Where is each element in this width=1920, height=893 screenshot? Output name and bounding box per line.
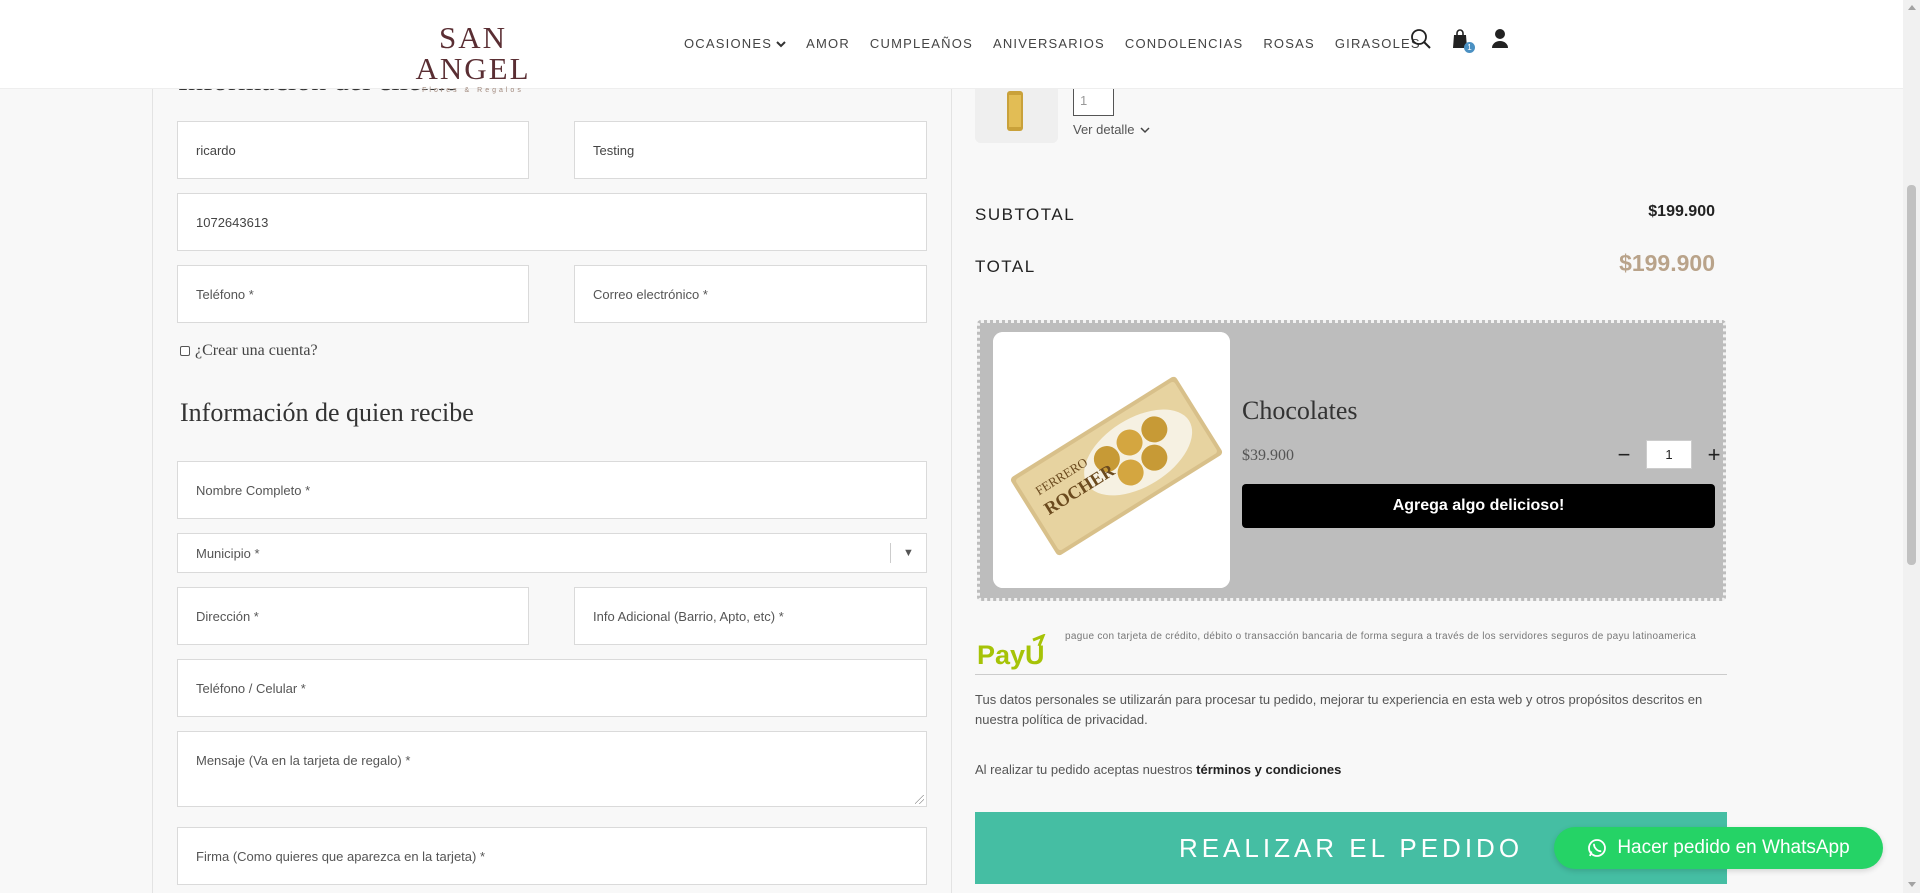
logo-sub-text: Flores & Regalos [422, 87, 524, 94]
create-account-label: ¿Crear una cuenta? [195, 342, 318, 359]
payu-logo-text: PayU [977, 640, 1045, 670]
plus-icon[interactable]: + [1704, 443, 1724, 465]
recipient-phone-field[interactable]: Teléfono / Celular * [177, 659, 927, 717]
municipio-placeholder: Municipio * [196, 545, 260, 561]
upsell-price: $39.900 [1242, 447, 1294, 464]
main-nav: OCASIONES AMOR CUMPLEAÑOS ANIVERSARIOS C… [684, 36, 1421, 51]
nav-item-amor[interactable]: AMOR [806, 36, 850, 51]
nav-label: OCASIONES [684, 36, 773, 51]
upsell-quantity-input[interactable]: 1 [1646, 440, 1692, 469]
whatsapp-order-button[interactable]: Hacer pedido en WhatsApp [1554, 827, 1883, 869]
gift-message-textarea[interactable]: Mensaje (Va en la tarjeta de regalo) * [177, 731, 927, 807]
logo-main-text: SAN ANGEL [415, 20, 531, 86]
recipient-name-field[interactable]: Nombre Completo * [177, 461, 927, 519]
extra-info-field[interactable]: Info Adicional (Barrio, Apto, etc) * [574, 587, 927, 645]
nav-item-aniversarios[interactable]: ANIVERSARIOS [993, 36, 1105, 51]
phone-field[interactable]: Teléfono * [177, 265, 529, 323]
site-header: SAN ANGEL Flores & Regalos OCASIONES AMO… [0, 0, 1903, 94]
left-column-border [152, 89, 153, 893]
terms-link[interactable]: términos y condiciones [1196, 762, 1341, 777]
nav-item-ocasiones[interactable]: OCASIONES [684, 36, 786, 51]
cart-count-badge: 1 [1464, 42, 1475, 53]
caret-down-icon: ▼ [890, 543, 926, 563]
total-value: $199.900 [1619, 250, 1715, 276]
upsell-title: Chocolates [1242, 396, 1358, 425]
minus-icon[interactable]: − [1614, 443, 1634, 465]
payu-description: pague con tarjeta de crédito, débito o t… [1065, 631, 1697, 642]
resize-grip-icon[interactable] [915, 795, 924, 804]
payu-logo: PayU [977, 633, 1049, 670]
gift-message-placeholder: Mensaje (Va en la tarjeta de regalo) * [196, 753, 411, 768]
nav-item-girasoles[interactable]: GIRASOLES [1335, 36, 1421, 51]
header-icons: 1 [1410, 28, 1512, 53]
recipient-section-title: Información de quien recibe [180, 398, 474, 427]
chevron-down-icon [1140, 126, 1150, 133]
nav-label: GIRASOLES [1334, 36, 1421, 51]
cart-item-quantity[interactable]: 1 [1073, 86, 1114, 116]
upsell-card: FERRERO ROCHER Chocolates $39.900 − 1 + … [977, 320, 1726, 601]
site-logo[interactable]: SAN ANGEL Flores & Regalos [388, 22, 558, 94]
subtotal-value: $199.900 [1648, 203, 1715, 220]
terms-notice: Al realizar tu pedido aceptas nuestros t… [975, 762, 1341, 777]
column-divider [951, 89, 952, 893]
total-label: TOTAL [975, 257, 1036, 276]
nav-label: CONDOLENCIAS [1124, 36, 1244, 51]
nav-label: CUMPLEAÑOS [869, 36, 973, 51]
view-detail-label: Ver detalle [1073, 122, 1135, 137]
scrollbar-thumb[interactable] [1907, 185, 1916, 565]
upsell-product-image: FERRERO ROCHER [993, 332, 1230, 588]
signature-field[interactable]: Firma (Como quieres que aparezca en la t… [177, 827, 927, 885]
terms-prefix: Al realizar tu pedido aceptas nuestros [975, 762, 1197, 777]
page-scrollbar[interactable] [1903, 0, 1920, 893]
nav-label: ANIVERSARIOS [992, 36, 1105, 51]
scroll-down-icon[interactable] [1908, 882, 1916, 887]
address-field[interactable]: Dirección * [177, 587, 529, 645]
upsell-quantity-stepper: − 1 + [1614, 440, 1724, 469]
nav-label: ROSAS [1263, 36, 1315, 51]
last-name-field[interactable]: Testing [574, 121, 927, 179]
create-account-row[interactable]: ¿Crear una cuenta? [180, 342, 318, 360]
chevron-down-icon [776, 40, 786, 47]
cart-icon[interactable]: 1 [1450, 28, 1475, 53]
whatsapp-icon [1588, 839, 1607, 857]
first-name-field[interactable]: ricardo [177, 121, 529, 179]
nav-label: AMOR [806, 36, 850, 51]
create-account-checkbox[interactable] [180, 346, 190, 356]
document-field[interactable]: 1072643613 [177, 193, 927, 251]
search-icon[interactable] [1410, 28, 1432, 50]
view-detail-toggle[interactable]: Ver detalle [1073, 122, 1150, 137]
nav-item-condolencias[interactable]: CONDOLENCIAS [1125, 36, 1243, 51]
nav-item-cumpleanos[interactable]: CUMPLEAÑOS [870, 36, 973, 51]
scroll-up-icon[interactable] [1908, 5, 1916, 10]
subtotal-label: SUBTOTAL [975, 205, 1076, 224]
email-field[interactable]: Correo electrónico * [574, 265, 927, 323]
nav-item-rosas[interactable]: ROSAS [1263, 36, 1315, 51]
user-icon[interactable] [1490, 28, 1512, 50]
privacy-notice: Tus datos personales se utilizarán para … [975, 692, 1703, 727]
whatsapp-label: Hacer pedido en WhatsApp [1617, 837, 1850, 858]
add-upsell-button[interactable]: Agrega algo delicioso! [1242, 484, 1715, 528]
municipio-select[interactable]: Municipio * ▼ [177, 533, 927, 573]
divider [975, 674, 1727, 675]
